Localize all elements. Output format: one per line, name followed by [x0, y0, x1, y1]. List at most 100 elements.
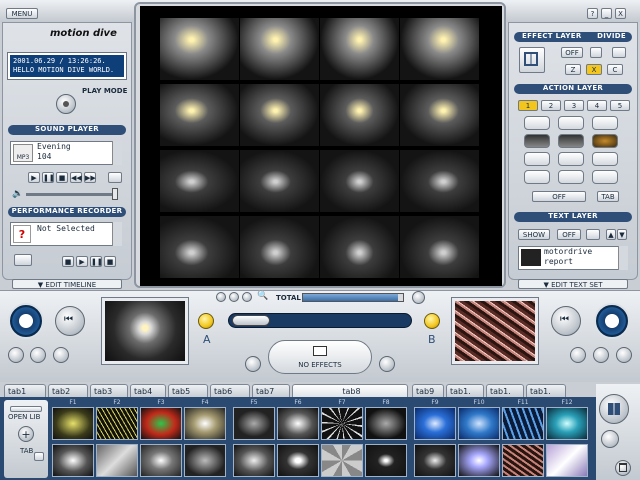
copy-button[interactable]	[601, 430, 619, 448]
library-tab[interactable]: tab6	[210, 384, 250, 397]
tab-option-button[interactable]	[34, 452, 44, 461]
clip-thumbnail[interactable]	[52, 407, 94, 440]
action-slot[interactable]	[558, 152, 584, 166]
track-dropdown[interactable]	[112, 141, 122, 165]
text-toggle-button[interactable]	[586, 229, 600, 240]
clip-thumbnail[interactable]	[546, 444, 588, 477]
deck-a-knob[interactable]	[8, 303, 44, 339]
close-button[interactable]: X	[615, 8, 626, 19]
clip-thumbnail[interactable]	[52, 444, 94, 477]
action-tab-button[interactable]: TAB	[597, 191, 619, 202]
library-tab[interactable]: tab7	[252, 384, 290, 397]
rec-pause-button[interactable]: ❚❚	[90, 256, 103, 267]
open-lib-slot[interactable]	[10, 406, 42, 412]
action-tab-2[interactable]: 2	[541, 100, 561, 111]
help-button[interactable]: ?	[587, 8, 598, 19]
action-tab-3[interactable]: 3	[564, 100, 584, 111]
menu-button[interactable]: MENU	[6, 8, 38, 19]
pause-button[interactable]: ❚❚	[42, 172, 55, 183]
action-tab-4[interactable]: 4	[587, 100, 607, 111]
divide-button[interactable]	[612, 47, 626, 58]
text-off-button[interactable]: OFF	[557, 229, 581, 240]
edit-timeline-button[interactable]: ▼ EDIT TIMELINE	[12, 279, 122, 289]
effect-arrow-button[interactable]	[590, 47, 602, 58]
text-show-button[interactable]: SHOW	[518, 229, 550, 240]
clip-thumbnail[interactable]	[96, 407, 138, 440]
library-tab[interactable]: tab4	[130, 384, 166, 397]
library-tab[interactable]: tab9	[412, 384, 444, 397]
library-tab[interactable]: tab3	[90, 384, 128, 397]
action-slot[interactable]	[524, 116, 550, 130]
clip-thumbnail[interactable]	[184, 444, 226, 477]
clip-thumbnail[interactable]	[277, 444, 319, 477]
preview-cell[interactable]	[240, 84, 319, 146]
action-slot[interactable]	[558, 134, 584, 148]
deck-a-stop-button[interactable]	[8, 347, 24, 363]
preview-cell[interactable]	[320, 18, 399, 80]
record-list-button[interactable]	[14, 254, 32, 266]
forward-button[interactable]: ▶▶	[84, 172, 96, 183]
crossfader-handle[interactable]	[232, 315, 270, 326]
clip-thumbnail[interactable]	[365, 407, 407, 440]
effect-off-button[interactable]: OFF	[561, 47, 583, 58]
preview-cell[interactable]	[240, 150, 319, 212]
preview-cell[interactable]	[240, 18, 319, 80]
action-slot[interactable]	[592, 134, 618, 148]
library-tab[interactable]: tab1	[4, 384, 46, 397]
clip-thumbnail[interactable]	[140, 444, 182, 477]
preview-cell[interactable]	[400, 18, 479, 80]
rec-stop-button[interactable]: ■	[62, 256, 74, 267]
deck-a-preview[interactable]	[102, 298, 188, 364]
clip-thumbnail[interactable]	[184, 407, 226, 440]
action-tab-5[interactable]: 5	[610, 100, 630, 111]
clip-thumbnail[interactable]	[233, 407, 275, 440]
clip-thumbnail[interactable]	[96, 444, 138, 477]
preview-cell[interactable]	[320, 216, 399, 278]
edit-text-set-button[interactable]: ▼ EDIT TEXT SET	[518, 279, 628, 289]
clip-thumbnail[interactable]	[502, 407, 544, 440]
zoom-in-button[interactable]	[242, 292, 252, 302]
clip-thumbnail[interactable]	[414, 444, 456, 477]
key-x-button[interactable]: X	[586, 64, 602, 75]
volume-track[interactable]	[26, 193, 118, 196]
deck-a-pause-button[interactable]	[30, 347, 46, 363]
minimize-button[interactable]: _	[601, 8, 612, 19]
deck-b-select[interactable]	[424, 313, 440, 329]
action-slot[interactable]	[592, 170, 618, 184]
deck-b-pause-button[interactable]	[593, 347, 609, 363]
zoom-mid-button[interactable]	[229, 292, 239, 302]
preview-cell[interactable]	[240, 216, 319, 278]
clip-thumbnail[interactable]	[321, 407, 363, 440]
text-dropdown[interactable]	[618, 246, 628, 270]
text-up-button[interactable]: ▲	[606, 229, 616, 240]
preview-cell[interactable]	[400, 216, 479, 278]
clip-thumbnail[interactable]	[546, 407, 588, 440]
preview-cell[interactable]	[320, 150, 399, 212]
action-slot[interactable]	[592, 152, 618, 166]
effect-left-button[interactable]	[245, 356, 261, 372]
preview-cell[interactable]	[400, 150, 479, 212]
preview-grid[interactable]	[140, 6, 502, 286]
recorder-dropdown[interactable]	[112, 222, 122, 246]
effect-right-button[interactable]	[379, 356, 395, 372]
play-button[interactable]: ▶	[28, 172, 40, 183]
eject-button[interactable]	[108, 172, 122, 183]
total-reset-button[interactable]	[412, 291, 425, 304]
clip-thumbnail[interactable]	[233, 444, 275, 477]
clip-thumbnail[interactable]	[321, 444, 363, 477]
preview-cell[interactable]	[160, 150, 239, 212]
preview-cell[interactable]	[160, 84, 239, 146]
preview-cell[interactable]	[320, 84, 399, 146]
deck-a-loop-button[interactable]	[53, 347, 69, 363]
action-slot[interactable]	[524, 152, 550, 166]
library-tab[interactable]: tab1.	[486, 384, 524, 397]
deck-b-stop-button[interactable]	[616, 347, 632, 363]
deck-a-select[interactable]	[198, 313, 214, 329]
deck-b-preview[interactable]	[452, 298, 538, 364]
volume-thumb[interactable]	[112, 188, 118, 200]
clip-thumbnail[interactable]	[502, 444, 544, 477]
deck-b-knob[interactable]	[594, 303, 630, 339]
action-tab-1[interactable]: 1	[518, 100, 538, 111]
key-c-button[interactable]: C	[607, 64, 623, 75]
rewind-button[interactable]: ◀◀	[70, 172, 82, 183]
